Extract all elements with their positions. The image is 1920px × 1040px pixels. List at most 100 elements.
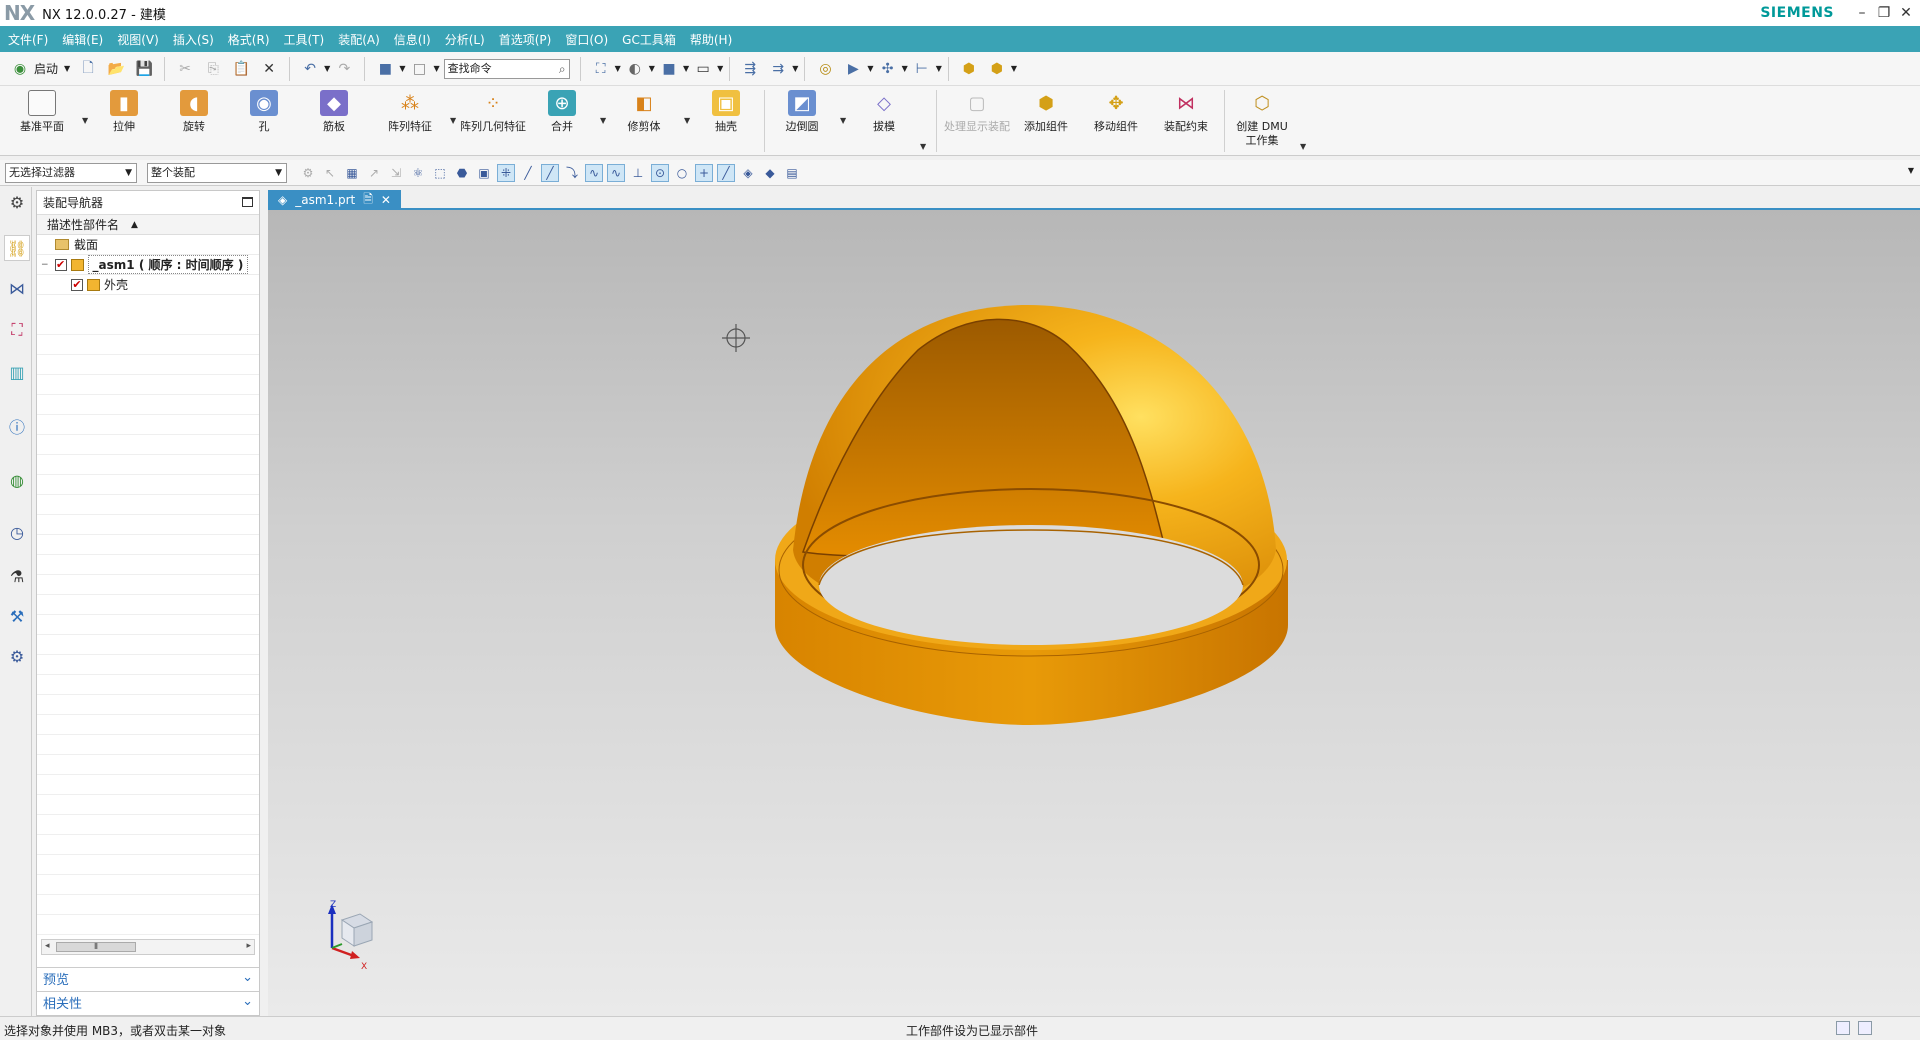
chevron-down-icon[interactable]: ▼ [840, 116, 846, 125]
graphics-viewport[interactable]: Z X [268, 210, 1920, 1016]
show-hide-assembly-button[interactable]: ▢ 处理显示装配 [944, 90, 1010, 134]
chevron-down-icon[interactable]: ▼ [867, 64, 873, 73]
snap-grid-icon[interactable]: ▤ [783, 164, 801, 182]
history-icon[interactable]: ◷ [4, 519, 30, 545]
window-icon[interactable]: □ [408, 58, 430, 80]
work-layer-icon[interactable]: ⇶ [739, 58, 761, 80]
assembly-constraints-button[interactable]: ⋈ 装配约束 [1154, 90, 1218, 134]
restore-icon[interactable]: ❐ [1874, 3, 1894, 23]
fit-view-icon[interactable]: ⛶ [590, 58, 612, 80]
chevron-down-icon[interactable]: ▼ [324, 64, 330, 73]
menu-tools[interactable]: 工具(T) [284, 31, 325, 48]
maximize-icon[interactable] [242, 197, 253, 207]
scroll-thumb[interactable]: ⦀ [56, 942, 136, 952]
datum-plane-button[interactable]: 基准平面 [10, 90, 74, 134]
pattern-geometry-button[interactable]: ⁘ 阵列几何特征 [460, 90, 526, 134]
menu-assemblies[interactable]: 装配(A) [338, 31, 380, 48]
csys-icon[interactable]: ✣ [877, 58, 899, 80]
reuse-library-icon[interactable]: ▥ [4, 359, 30, 385]
roles-icon[interactable]: ⚙ [4, 643, 30, 669]
chevron-down-icon[interactable]: ▼ [902, 64, 908, 73]
chevron-down-icon[interactable]: ▼ [82, 116, 88, 125]
chevron-down-icon[interactable]: ▼ [615, 64, 621, 73]
snap-view-icon[interactable]: ▶ [842, 58, 864, 80]
navigator-column-header[interactable]: 描述性部件名 ▲ [37, 215, 259, 235]
start-button[interactable]: 启动 [34, 60, 58, 77]
paste-icon[interactable]: 📋 [230, 58, 252, 80]
select-edge-icon[interactable]: ↗ [365, 164, 383, 182]
delete-icon[interactable]: ✕ [258, 58, 280, 80]
save-icon[interactable]: 💾 [133, 58, 155, 80]
unite-button[interactable]: ⊕ 合并 [530, 90, 594, 134]
chevron-down-icon[interactable]: ▼ [1011, 64, 1017, 73]
horizontal-scrollbar[interactable]: ◂ ⦀ ▸ [41, 939, 255, 955]
cut-icon[interactable]: ✂ [174, 58, 196, 80]
revolve-button[interactable]: ◖ 旋转 [162, 90, 226, 134]
chevron-down-icon[interactable]: ▼ [683, 64, 689, 73]
measure-icon[interactable]: ⊢ [911, 58, 933, 80]
render-style-icon[interactable]: ◐ [624, 58, 646, 80]
cube-select-icon[interactable]: ▣ [475, 164, 493, 182]
hole-button[interactable]: ◉ 孔 [232, 90, 296, 134]
scroll-left-icon[interactable]: ◂ [45, 941, 50, 951]
status-fullscreen-icon[interactable] [1858, 1021, 1872, 1035]
multi-select-icon[interactable]: ⚛ [409, 164, 427, 182]
rib-button[interactable]: ◆ 筋板 [302, 90, 366, 134]
constraint-navigator-icon[interactable]: ⋈ [4, 275, 30, 301]
process-studio-icon[interactable]: ⚒ [4, 603, 30, 629]
snap-line-icon[interactable]: ╱ [519, 164, 537, 182]
tree-row-section[interactable]: 截面 [37, 235, 259, 255]
file-tab[interactable]: ◈ _asm1.prt 🗎 ✕ [268, 190, 401, 210]
redo-icon[interactable]: ↷ [333, 58, 355, 80]
assembly-icon[interactable]: ⬢ [958, 58, 980, 80]
snap-wave-icon[interactable]: ∿ [607, 163, 625, 182]
dependencies-section[interactable]: 相关性 ⌄ [37, 991, 259, 1013]
menu-information[interactable]: 信息(I) [394, 31, 431, 48]
part-navigator-icon[interactable]: ⛶ [4, 317, 30, 343]
snap-on-curve-icon[interactable]: ╱ [717, 163, 735, 182]
select-face-icon[interactable]: ▦ [343, 164, 361, 182]
select-feature-icon[interactable]: ↖ [321, 164, 339, 182]
show-hide-icon[interactable]: ◎ [814, 58, 836, 80]
component-icon[interactable]: ⬢ [986, 58, 1008, 80]
view-triad[interactable] [320, 900, 380, 970]
type-filter-select[interactable]: 无选择过滤器 ▼ [5, 162, 137, 183]
snap-bounded-icon[interactable]: ◆ [761, 164, 779, 182]
start-icon[interactable]: ◉ [9, 58, 31, 80]
assembly-navigator-icon[interactable]: ⛓ [4, 235, 30, 261]
hd3d-tools-icon[interactable]: ⓘ [4, 413, 30, 439]
chevron-down-icon[interactable]: ▼ [920, 142, 926, 151]
snap-face-icon[interactable]: ◈ [739, 164, 757, 182]
open-folder-icon[interactable]: 📂 [105, 58, 127, 80]
filter-settings-icon[interactable]: ⚙ [299, 164, 317, 182]
edge-blend-button[interactable]: ◩ 边倒圆 [770, 90, 834, 134]
search-icon[interactable]: ⌕ [559, 60, 566, 78]
trim-body-button[interactable]: ◧ 修剪体 [612, 90, 676, 134]
command-search-input[interactable]: 查找命令 ⌕ [443, 58, 570, 79]
background-icon[interactable]: ▭ [692, 58, 714, 80]
draft-button[interactable]: ◇ 拔模 [852, 90, 916, 134]
menu-gc-toolkit[interactable]: GC工具箱 [622, 31, 676, 48]
snap-endpoint-icon[interactable]: ⁜ [497, 163, 515, 182]
chevron-down-icon[interactable]: ▼ [936, 64, 942, 73]
snap-intersection-icon[interactable]: ⊥ [629, 164, 647, 182]
copy-icon[interactable]: ⎘ [202, 58, 224, 80]
undo-icon[interactable]: ↶ [299, 58, 321, 80]
visibility-checkbox[interactable]: ✔ [54, 258, 67, 271]
chevron-down-icon[interactable]: ▼ [717, 64, 723, 73]
chevron-down-icon[interactable]: ▼ [600, 116, 606, 125]
menu-view[interactable]: 视图(V) [117, 31, 159, 48]
pattern-feature-button[interactable]: ⁂ 阵列特征 [378, 90, 442, 134]
chevron-down-icon[interactable]: ▼ [649, 64, 655, 73]
extrude-button[interactable]: ▮ 拉伸 [92, 90, 156, 134]
chevron-down-icon[interactable]: ▼ [684, 116, 690, 125]
scroll-right-icon[interactable]: ▸ [246, 941, 251, 951]
close-tab-icon[interactable]: ✕ [381, 193, 391, 207]
chevron-down-icon[interactable]: ▼ [1300, 142, 1306, 151]
chevron-down-icon[interactable]: ▼ [792, 64, 798, 73]
collapse-icon[interactable]: − [41, 260, 49, 270]
chevron-down-icon[interactable]: ▼ [64, 64, 70, 73]
gear-icon[interactable]: ⚙ [4, 189, 30, 215]
layer-settings-icon[interactable]: ⇉ [767, 58, 789, 80]
select-body-icon[interactable]: ⇲ [387, 164, 405, 182]
